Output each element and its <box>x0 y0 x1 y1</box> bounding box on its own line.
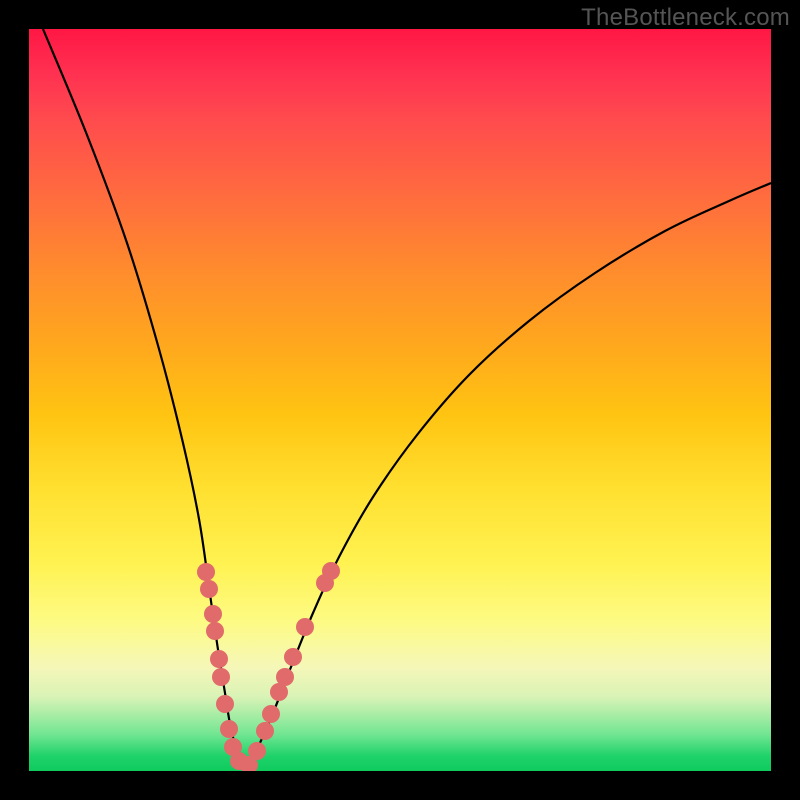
highlight-dot <box>206 622 224 640</box>
highlight-dot <box>296 618 314 636</box>
plot-area <box>29 29 771 771</box>
chart-stage: TheBottleneck.com <box>0 0 800 800</box>
highlight-dot <box>200 580 218 598</box>
highlight-dot <box>284 648 302 666</box>
highlight-dot <box>216 695 234 713</box>
highlight-dot <box>197 563 215 581</box>
highlight-dot <box>210 650 228 668</box>
curve-right <box>245 183 771 769</box>
highlight-dot <box>262 705 280 723</box>
highlight-dot <box>322 562 340 580</box>
highlight-dot <box>276 668 294 686</box>
highlight-dot <box>212 668 230 686</box>
highlight-dot <box>256 722 274 740</box>
highlight-dot <box>248 742 266 760</box>
highlight-dot <box>204 605 222 623</box>
highlight-dots-group <box>197 562 340 771</box>
chart-overlay <box>29 29 771 771</box>
watermark-text: TheBottleneck.com <box>581 4 790 32</box>
highlight-dot <box>220 720 238 738</box>
